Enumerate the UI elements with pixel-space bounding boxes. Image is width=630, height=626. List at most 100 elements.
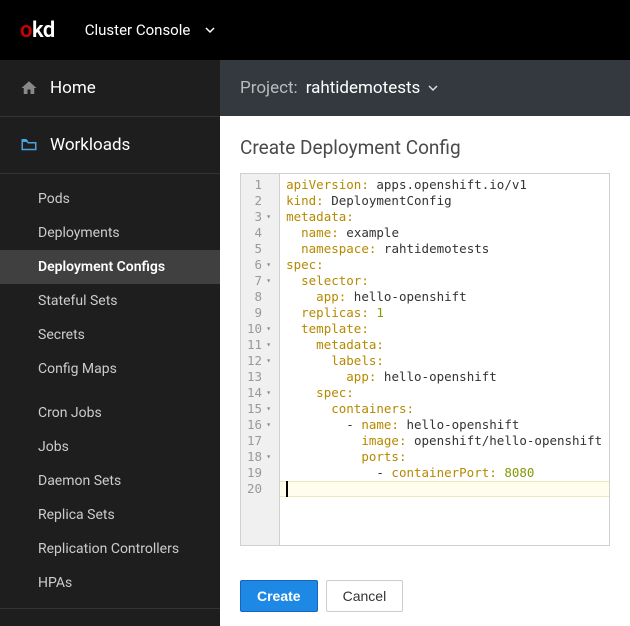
text-cursor [286, 481, 288, 497]
sidebar-item-cron-jobs[interactable]: Cron Jobs [0, 396, 220, 430]
code-line: ports: [286, 449, 603, 465]
sidebar-item-label: Replica Sets [38, 507, 115, 523]
main: Project: rahtidemotests Create Deploymen… [220, 60, 630, 626]
gutter-line: 9 [247, 305, 271, 321]
code-line: app: hello-openshift [286, 289, 603, 305]
workloads-subitems: Pods Deployments Deployment Configs Stat… [0, 174, 220, 609]
project-bar[interactable]: Project: rahtidemotests [220, 60, 630, 116]
sidebar-item-label: Pods [38, 191, 70, 207]
actions: Create Cancel [220, 566, 630, 626]
sidebar-item-label: Config Maps [38, 361, 117, 377]
fold-icon[interactable]: ▾ [264, 449, 271, 465]
editor-gutter: 123▾456▾7▾8910▾11▾12▾1314▾15▾16▾1718▾192… [241, 174, 280, 545]
code-line: metadata: [286, 209, 603, 225]
code-line: - name: hello-openshift [286, 417, 603, 433]
sidebar-item-jobs[interactable]: Jobs [0, 430, 220, 464]
fold-icon[interactable]: ▾ [264, 209, 271, 225]
console-selector-label: Cluster Console [85, 21, 191, 39]
fold-icon[interactable]: ▾ [264, 273, 271, 289]
project-name: rahtidemotests [306, 78, 421, 98]
fold-icon[interactable]: ▾ [264, 321, 271, 337]
code-line: name: example [286, 225, 603, 241]
fold-icon[interactable]: ▾ [264, 385, 271, 401]
logo: okd [20, 18, 55, 43]
code-line: apiVersion: apps.openshift.io/v1 [286, 177, 603, 193]
sidebar-item-replica-sets[interactable]: Replica Sets [0, 498, 220, 532]
gutter-line: 5 [247, 241, 271, 257]
sidebar-item-label: Workloads [50, 135, 130, 155]
chevron-down-icon [428, 83, 438, 93]
sidebar-item-home[interactable]: Home [0, 60, 220, 117]
fold-icon[interactable]: ▾ [264, 337, 271, 353]
fold-icon[interactable]: ▾ [264, 417, 271, 433]
gutter-line: 6▾ [247, 257, 271, 273]
gutter-line: 13 [247, 369, 271, 385]
code-line [286, 481, 603, 497]
sidebar-item-label: Deployment Configs [38, 259, 165, 275]
fold-icon[interactable]: ▾ [264, 401, 271, 417]
code-line: kind: DeploymentConfig [286, 193, 603, 209]
sidebar-item-secrets[interactable]: Secrets [0, 318, 220, 352]
sidebar-item-hpas[interactable]: HPAs [0, 566, 220, 600]
sidebar-item-deployments[interactable]: Deployments [0, 216, 220, 250]
chevron-down-icon [205, 25, 215, 35]
sidebar-item-daemon-sets[interactable]: Daemon Sets [0, 464, 220, 498]
code-line: template: [286, 321, 603, 337]
sidebar-item-replication-controllers[interactable]: Replication Controllers [0, 532, 220, 566]
editor-code[interactable]: apiVersion: apps.openshift.io/v1kind: De… [280, 174, 609, 545]
sidebar-item-pods[interactable]: Pods [0, 182, 220, 216]
gutter-line: 3▾ [247, 209, 271, 225]
gutter-line: 11▾ [247, 337, 271, 353]
layout: Home Workloads Pods Deployments Deployme… [0, 60, 630, 626]
gutter-line: 1 [247, 177, 271, 193]
gutter-line: 17 [247, 433, 271, 449]
code-line: selector: [286, 273, 603, 289]
sidebar-item-label: Jobs [38, 439, 69, 455]
folder-open-icon [20, 136, 38, 154]
code-line: - containerPort: 8080 [286, 465, 603, 481]
page-title: Create Deployment Config [240, 136, 610, 159]
code-line: replicas: 1 [286, 305, 603, 321]
home-icon [20, 79, 38, 97]
code-line: spec: [286, 385, 603, 401]
gutter-line: 18▾ [247, 449, 271, 465]
code-line: labels: [286, 353, 603, 369]
code-line: containers: [286, 401, 603, 417]
gutter-line: 15▾ [247, 401, 271, 417]
sidebar: Home Workloads Pods Deployments Deployme… [0, 60, 220, 626]
sidebar-item-label: Stateful Sets [38, 293, 118, 309]
project-label: Project: [240, 78, 298, 98]
sidebar-item-label: Deployments [38, 225, 120, 241]
fold-icon[interactable]: ▾ [264, 353, 271, 369]
code-line: metadata: [286, 337, 603, 353]
gutter-line: 2 [247, 193, 271, 209]
sidebar-item-workloads[interactable]: Workloads [0, 117, 220, 174]
yaml-editor[interactable]: 123▾456▾7▾8910▾11▾12▾1314▾15▾16▾1718▾192… [240, 173, 610, 546]
sidebar-item-label: Home [50, 78, 96, 98]
sidebar-item-label: Daemon Sets [38, 473, 121, 489]
topbar: okd Cluster Console [0, 0, 630, 60]
sidebar-item-stateful-sets[interactable]: Stateful Sets [0, 284, 220, 318]
code-line: image: openshift/hello-openshift [286, 433, 603, 449]
sidebar-item-deployment-configs[interactable]: Deployment Configs [0, 250, 220, 284]
console-selector[interactable]: Cluster Console [85, 21, 216, 39]
sidebar-item-label: Secrets [38, 327, 85, 343]
create-button[interactable]: Create [240, 580, 318, 612]
gap [0, 386, 220, 396]
sidebar-item-config-maps[interactable]: Config Maps [0, 352, 220, 386]
gutter-line: 7▾ [247, 273, 271, 289]
content: Create Deployment Config 123▾456▾7▾8910▾… [220, 116, 630, 566]
gutter-line: 10▾ [247, 321, 271, 337]
gutter-line: 20 [247, 481, 271, 497]
gutter-line: 12▾ [247, 353, 271, 369]
code-line: app: hello-openshift [286, 369, 603, 385]
sidebar-item-label: Replication Controllers [38, 541, 179, 557]
sidebar-item-label: HPAs [38, 575, 72, 591]
gutter-line: 14▾ [247, 385, 271, 401]
code-line: namespace: rahtidemotests [286, 241, 603, 257]
fold-icon[interactable]: ▾ [264, 257, 271, 273]
cancel-button[interactable]: Cancel [326, 580, 404, 612]
code-line: spec: [286, 257, 603, 273]
sidebar-item-networking[interactable]: Networking [0, 609, 220, 626]
logo-part-2: kd [32, 18, 55, 43]
